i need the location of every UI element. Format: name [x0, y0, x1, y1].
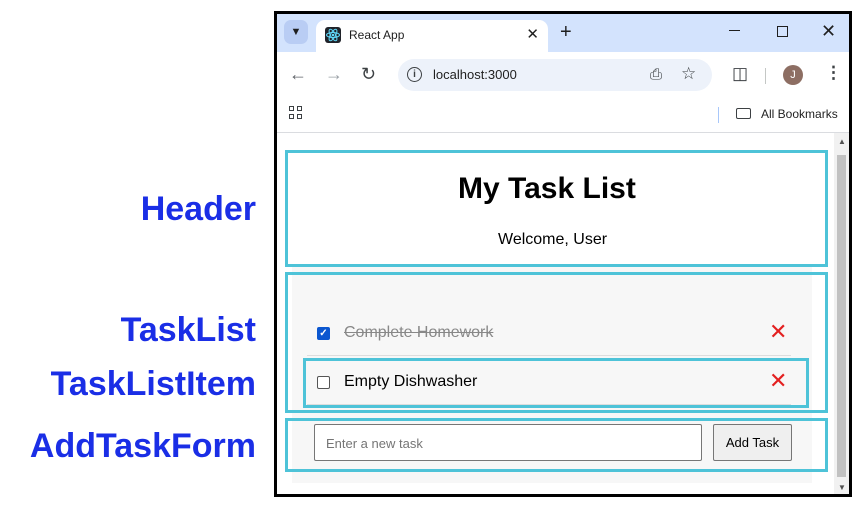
- close-icon[interactable]: ✕: [526, 25, 539, 43]
- scroll-down-icon[interactable]: ▼: [838, 483, 846, 492]
- scroll-thumb[interactable]: [837, 155, 846, 477]
- bookmarks-divider: [718, 107, 719, 123]
- add-task-button[interactable]: Add Task: [713, 424, 792, 461]
- avatar[interactable]: J: [783, 65, 803, 85]
- new-task-placeholder: Enter a new task: [326, 436, 423, 451]
- toolbar-divider: [765, 68, 766, 84]
- chevron-down-icon[interactable]: ▼: [284, 20, 308, 44]
- star-icon[interactable]: ☆: [681, 64, 696, 84]
- x-icon[interactable]: ✕: [769, 321, 787, 343]
- scroll-up-icon[interactable]: ▲: [838, 137, 846, 146]
- new-task-input[interactable]: Enter a new task: [314, 424, 702, 461]
- minimize-icon[interactable]: [729, 30, 740, 31]
- task-list-item: ✓ Complete Homework ✕: [307, 309, 791, 356]
- puzzle-icon[interactable]: ◫: [732, 64, 748, 84]
- kebab-menu-icon[interactable]: ⋮: [825, 63, 842, 83]
- label-task-list-item: TaskListItem: [50, 365, 256, 403]
- react-icon: [325, 27, 341, 43]
- task-text: Complete Homework: [344, 324, 494, 341]
- address-bar[interactable]: i localhost:3000 ⎙ ☆: [398, 59, 712, 91]
- maximize-icon[interactable]: [777, 26, 788, 37]
- label-header: Header: [140, 190, 256, 228]
- all-bookmarks-link[interactable]: All Bookmarks: [761, 107, 838, 121]
- tab-strip: ▼ React App ✕ + ✕: [277, 14, 849, 52]
- label-add-task-form: AddTaskForm: [29, 427, 256, 465]
- url-text[interactable]: localhost:3000: [433, 67, 517, 82]
- tab-title: React App: [349, 28, 405, 42]
- folder-icon: [736, 108, 751, 119]
- window-close-icon[interactable]: ✕: [821, 21, 836, 41]
- scrollbar[interactable]: ▲ ▼: [834, 133, 849, 494]
- info-icon[interactable]: i: [407, 67, 422, 82]
- browser-toolbar: ← → ↻ i localhost:3000 ⎙ ☆ ◫ J ⋮: [277, 52, 849, 98]
- bookmarks-bar: All Bookmarks: [277, 98, 849, 133]
- apps-grid-icon[interactable]: [289, 106, 303, 120]
- plus-icon[interactable]: +: [560, 20, 572, 44]
- page-subtitle: Welcome, User: [498, 231, 608, 248]
- task-list-item-component-outline: [303, 358, 809, 408]
- reload-icon[interactable]: ↻: [361, 64, 376, 84]
- page-title: My Task List: [458, 172, 636, 205]
- label-task-list: TaskList: [120, 311, 256, 349]
- arrow-left-icon[interactable]: ←: [289, 64, 307, 84]
- task-checkbox-checked[interactable]: ✓: [317, 327, 330, 340]
- browser-tab[interactable]: React App ✕: [316, 20, 548, 52]
- header-component-outline: [285, 150, 828, 267]
- arrow-right-icon[interactable]: →: [325, 64, 343, 84]
- install-icon[interactable]: ⎙: [650, 66, 662, 83]
